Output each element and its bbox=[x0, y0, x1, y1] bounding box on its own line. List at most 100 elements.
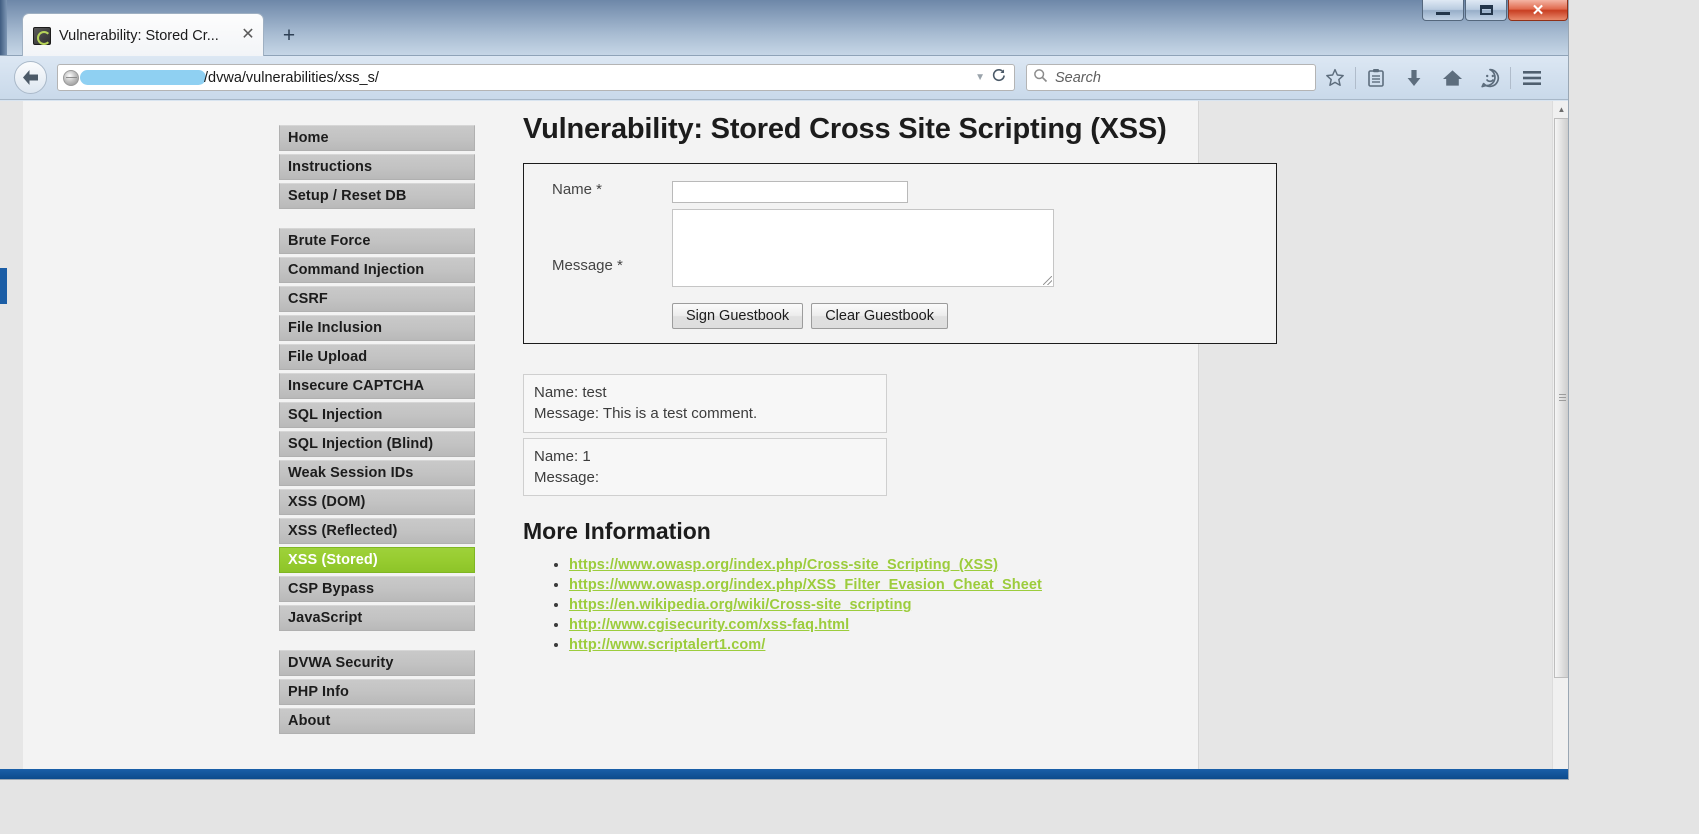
maximize-button[interactable] bbox=[1465, 0, 1507, 21]
scrollbar-thumb[interactable] bbox=[1554, 118, 1568, 678]
desktop-background: Vulnerability: Stored Cr... ✕ + ✕ /dvwa/… bbox=[0, 0, 1699, 834]
window-controls: ✕ bbox=[1421, 0, 1568, 22]
list-item: https://www.owasp.org/index.php/XSS_Filt… bbox=[569, 576, 1283, 594]
sidebar-item-insecure-captcha[interactable]: Insecure CAPTCHA bbox=[279, 373, 475, 399]
chevron-down-icon[interactable]: ▼ bbox=[969, 72, 991, 83]
name-input[interactable] bbox=[672, 181, 908, 203]
more-info-link[interactable]: https://en.wikipedia.org/wiki/Cross-site… bbox=[569, 597, 912, 613]
list-item: https://en.wikipedia.org/wiki/Cross-site… bbox=[569, 596, 1283, 614]
sidebar-item-command-injection[interactable]: Command Injection bbox=[279, 257, 475, 283]
more-info-link[interactable]: https://www.owasp.org/index.php/XSS_Filt… bbox=[569, 577, 1042, 593]
sidebar-item-php-info[interactable]: PHP Info bbox=[279, 679, 475, 705]
sidebar-item-sql-injection-blind[interactable]: SQL Injection (Blind) bbox=[279, 431, 475, 457]
sign-guestbook-button[interactable]: Sign Guestbook bbox=[672, 303, 804, 329]
menu-hamburger-icon[interactable] bbox=[1512, 61, 1552, 95]
search-input[interactable] bbox=[1055, 69, 1309, 86]
more-information-list: https://www.owasp.org/index.php/Cross-si… bbox=[523, 556, 1283, 654]
sidebar-group-main: Home Instructions Setup / Reset DB bbox=[279, 125, 475, 209]
sidebar-item-xss-dom[interactable]: XSS (DOM) bbox=[279, 489, 475, 515]
bookmark-star-icon[interactable] bbox=[1316, 61, 1354, 95]
entry-name: Name: 1 bbox=[534, 447, 591, 465]
sidebar-item-file-upload[interactable]: File Upload bbox=[279, 344, 475, 370]
sidebar-group-meta: DVWA Security PHP Info About bbox=[279, 650, 475, 734]
name-label: Name * bbox=[552, 181, 603, 198]
browser-window: Vulnerability: Stored Cr... ✕ + ✕ /dvwa/… bbox=[0, 0, 1569, 780]
search-bar[interactable] bbox=[1026, 64, 1316, 91]
more-info-link[interactable]: https://www.owasp.org/index.php/Cross-si… bbox=[569, 557, 998, 573]
reader-list-icon[interactable] bbox=[1357, 61, 1395, 95]
list-item: http://www.cgisecurity.com/xss-faq.html bbox=[569, 616, 1283, 634]
downloads-icon[interactable] bbox=[1395, 61, 1433, 95]
page-title: Vulnerability: Stored Cross Site Scripti… bbox=[523, 113, 1167, 145]
magnifier-glyph bbox=[1034, 68, 1048, 82]
list-item: https://www.owasp.org/index.php/Cross-si… bbox=[569, 556, 1283, 574]
sidebar-item-home[interactable]: Home bbox=[279, 125, 475, 151]
message-label: Message * bbox=[552, 257, 623, 274]
clear-guestbook-button[interactable]: Clear Guestbook bbox=[811, 303, 948, 329]
window-left-edge bbox=[0, 0, 7, 55]
clipboard-glyph bbox=[1368, 68, 1384, 87]
sidebar-item-file-inclusion[interactable]: File Inclusion bbox=[279, 315, 475, 341]
message-form-row: Message * bbox=[524, 209, 1276, 287]
home-icon[interactable] bbox=[1433, 61, 1471, 95]
browser-tab[interactable]: Vulnerability: Stored Cr... ✕ bbox=[22, 13, 264, 57]
sidebar-item-xss-reflected[interactable]: XSS (Reflected) bbox=[279, 518, 475, 544]
window-left-accent bbox=[0, 268, 7, 304]
entry-name: Name: test bbox=[534, 384, 607, 401]
taskbar-strip bbox=[0, 769, 1568, 779]
sidebar-item-csrf[interactable]: CSRF bbox=[279, 286, 475, 312]
entry-message: Message: bbox=[534, 468, 600, 486]
entry-message: Message: This is a test comment. bbox=[534, 405, 758, 423]
smiley-glyph bbox=[1481, 68, 1500, 87]
more-info-link[interactable]: http://www.scriptalert1.com/ bbox=[569, 637, 765, 653]
site-identity-icon[interactable] bbox=[63, 69, 79, 86]
page-viewport: Home Instructions Setup / Reset DB Brute… bbox=[0, 101, 1568, 779]
minimize-icon bbox=[1436, 12, 1450, 15]
reload-glyph bbox=[992, 68, 1005, 81]
more-info-link[interactable]: http://www.cgisecurity.com/xss-faq.html bbox=[569, 617, 849, 633]
sidebar-item-csp-bypass[interactable]: CSP Bypass bbox=[279, 576, 475, 602]
message-textarea-wrapper bbox=[672, 209, 1054, 287]
message-input[interactable] bbox=[672, 209, 1054, 287]
minimize-button[interactable] bbox=[1422, 0, 1464, 21]
name-form-row: Name * bbox=[524, 181, 1276, 203]
sidebar-item-setup-reset-db[interactable]: Setup / Reset DB bbox=[279, 183, 475, 209]
sidebar-item-javascript[interactable]: JavaScript bbox=[279, 605, 475, 631]
sidebar-group-vulnerabilities: Brute Force Command Injection CSRF File … bbox=[279, 228, 475, 631]
sync-smiley-icon[interactable] bbox=[1471, 61, 1509, 95]
page-scrollbar[interactable]: ▲ ▼ bbox=[1552, 101, 1568, 779]
url-redacted-highlight bbox=[80, 70, 206, 85]
tab-favicon-icon bbox=[33, 26, 51, 45]
sidebar-item-instructions[interactable]: Instructions bbox=[279, 154, 475, 180]
browser-tabstrip: Vulnerability: Stored Cr... ✕ + ✕ bbox=[0, 0, 1568, 57]
reload-icon[interactable] bbox=[991, 68, 1010, 88]
download-arrow-glyph bbox=[1407, 69, 1421, 86]
sidebar-item-about[interactable]: About bbox=[279, 708, 475, 734]
navigation-toolbar: /dvwa/vulnerabilities/xss_s/ ▼ bbox=[0, 56, 1568, 100]
sidebar-item-sql-injection[interactable]: SQL Injection bbox=[279, 402, 475, 428]
sidebar-item-dvwa-security[interactable]: DVWA Security bbox=[279, 650, 475, 676]
dvwa-sidebar: Home Instructions Setup / Reset DB Brute… bbox=[279, 125, 475, 753]
guestbook-entry: Name: 1 Message: bbox=[523, 437, 887, 497]
new-tab-button[interactable]: + bbox=[276, 24, 302, 50]
close-window-button[interactable]: ✕ bbox=[1508, 0, 1568, 21]
page-left-gutter bbox=[0, 101, 23, 779]
list-item: http://www.scriptalert1.com/ bbox=[569, 636, 1283, 654]
scrollbar-up-arrow[interactable]: ▲ bbox=[1553, 101, 1568, 118]
page-sidebar-gutter bbox=[23, 101, 277, 779]
star-glyph bbox=[1326, 68, 1344, 86]
url-text: /dvwa/vulnerabilities/xss_s/ bbox=[204, 69, 379, 86]
search-icon bbox=[1033, 68, 1051, 88]
hamburger-glyph bbox=[1523, 70, 1541, 85]
sidebar-item-xss-stored[interactable]: XSS (Stored) bbox=[279, 547, 475, 573]
toolbar-separator bbox=[1355, 66, 1356, 89]
sidebar-item-weak-session-ids[interactable]: Weak Session IDs bbox=[279, 460, 475, 486]
sidebar-item-brute-force[interactable]: Brute Force bbox=[279, 228, 475, 254]
house-glyph bbox=[1442, 69, 1462, 86]
guestbook-form: Name * Message * Sign Guestbook Clear Gu… bbox=[523, 163, 1277, 344]
back-button[interactable] bbox=[14, 61, 47, 94]
back-arrow-icon bbox=[23, 70, 38, 85]
main-content: Vulnerability: Stored Cross Site Scripti… bbox=[523, 113, 1283, 656]
url-bar[interactable]: /dvwa/vulnerabilities/xss_s/ ▼ bbox=[57, 64, 1015, 91]
tab-close-icon[interactable]: ✕ bbox=[239, 26, 257, 45]
